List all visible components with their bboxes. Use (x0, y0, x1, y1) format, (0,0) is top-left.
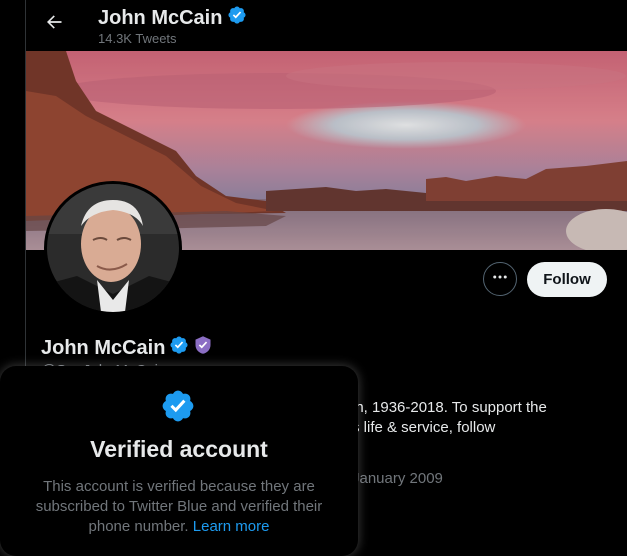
profile-name-text: John McCain (41, 336, 166, 359)
verified-badge-icon[interactable] (169, 335, 189, 361)
more-options-button[interactable] (483, 262, 517, 296)
back-arrow-icon (44, 12, 64, 37)
joined-date: January 2009 (352, 470, 443, 487)
government-badge-icon[interactable] (193, 335, 213, 361)
popover-description: This account is verified because they ar… (14, 477, 344, 537)
profile-header: John McCain 14.3K Tweets (26, 0, 627, 51)
bio-line: in, 1936-2018. To support the (352, 399, 547, 416)
tweet-count: 14.3K Tweets (98, 31, 177, 46)
popover-line-text: phone number. (88, 518, 193, 535)
more-options-icon (491, 268, 509, 291)
bio-line: s life & service, follow (352, 419, 496, 436)
follow-button[interactable]: Follow (527, 262, 607, 297)
learn-more-link[interactable]: Learn more (193, 518, 270, 535)
verified-account-popover: Verified account This account is verifie… (0, 366, 358, 556)
profile-avatar[interactable] (44, 181, 182, 315)
back-button[interactable] (40, 10, 68, 38)
popover-line: This account is verified because they ar… (43, 478, 315, 495)
header-name-text: John McCain (98, 6, 223, 29)
profile-name: John McCain (41, 335, 213, 361)
popover-line: phone number. Learn more (14, 517, 344, 537)
verified-badge-icon (160, 388, 196, 424)
header-title: John McCain (98, 5, 247, 31)
popover-line: subscribed to Twitter Blue and verified … (35, 498, 323, 515)
verified-badge-icon (227, 5, 247, 31)
popover-title: Verified account (90, 436, 268, 462)
profile-bio: in, 1936-2018. To support the s life & s… (352, 398, 622, 438)
